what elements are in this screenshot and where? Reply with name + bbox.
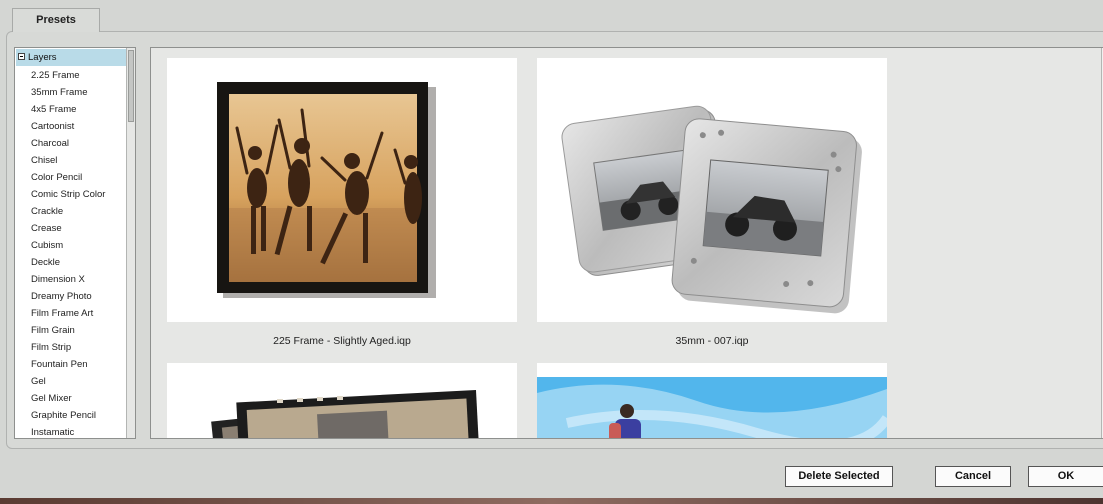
thumbnail-card[interactable] xyxy=(537,58,887,322)
tree-item[interactable]: Dimension X xyxy=(31,271,105,288)
tree-item[interactable]: Graphite Pencil xyxy=(31,407,105,424)
preset-thumbnail-image xyxy=(217,82,436,298)
preset-tree[interactable]: Layers 2.25 Frame 35mm Frame 4x5 Frame C… xyxy=(14,47,136,439)
bottom-edge-strip xyxy=(0,498,1103,504)
tree-item[interactable]: Fountain Pen xyxy=(31,356,105,373)
tree-item[interactable]: Film Grain xyxy=(31,322,105,339)
tree-item[interactable]: Color Pencil xyxy=(31,169,105,186)
tree-item[interactable]: Instamatic xyxy=(31,424,105,438)
preset-thumbnail-image xyxy=(211,389,480,438)
tree-scroll-thumb[interactable] xyxy=(128,50,134,122)
collapse-icon[interactable] xyxy=(18,53,25,60)
preset-thumbnail-grid[interactable]: 225 Frame - Slightly Aged.iqp 35mm - 007… xyxy=(150,47,1103,439)
thumbnail-card[interactable] xyxy=(167,58,517,322)
tree-item[interactable]: Film Frame Art xyxy=(31,305,105,322)
tree-item[interactable]: Charcoal xyxy=(31,135,105,152)
tree-item[interactable]: Gel xyxy=(31,373,105,390)
tree-item[interactable]: 4x5 Frame xyxy=(31,101,105,118)
tree-scrollbar[interactable] xyxy=(126,48,135,438)
tree-item[interactable]: Crackle xyxy=(31,203,105,220)
tree-item[interactable]: Cubism xyxy=(31,237,105,254)
ok-button[interactable]: OK xyxy=(1028,466,1103,487)
preset-thumbnail-image xyxy=(537,377,892,438)
tree-item[interactable]: 35mm Frame xyxy=(31,84,105,101)
tab-presets[interactable]: Presets xyxy=(12,8,100,32)
thumbnail-caption: 35mm - 007.iqp xyxy=(675,335,749,347)
tree-items: 2.25 Frame 35mm Frame 4x5 Frame Cartooni… xyxy=(31,67,105,438)
tree-item[interactable]: Dreamy Photo xyxy=(31,288,105,305)
tree-item[interactable]: Comic Strip Color xyxy=(31,186,105,203)
tree-root-label: Layers xyxy=(28,52,57,63)
cancel-button[interactable]: Cancel xyxy=(935,466,1011,487)
tree-item[interactable]: Chisel xyxy=(31,152,105,169)
tree-item[interactable]: Film Strip xyxy=(31,339,105,356)
tree-item[interactable]: Crease xyxy=(31,220,105,237)
preset-thumbnail-image xyxy=(561,105,862,314)
tree-item[interactable]: Deckle xyxy=(31,254,105,271)
thumbnail-card[interactable] xyxy=(537,363,892,438)
tree-root-layers[interactable]: Layers xyxy=(16,49,126,66)
tree-item[interactable]: Cartoonist xyxy=(31,118,105,135)
thumbnail-card[interactable] xyxy=(167,363,517,438)
delete-selected-button[interactable]: Delete Selected xyxy=(785,466,893,487)
thumbnail-caption: 225 Frame - Slightly Aged.iqp xyxy=(273,335,411,347)
tree-item[interactable]: Gel Mixer xyxy=(31,390,105,407)
tree-item[interactable]: 2.25 Frame xyxy=(31,67,105,84)
